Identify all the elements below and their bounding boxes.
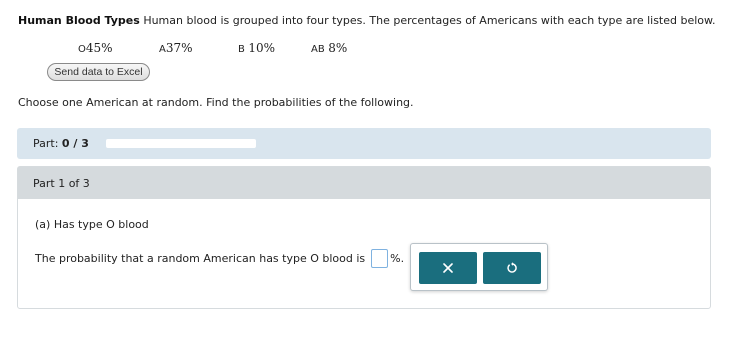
progress-track: [106, 139, 256, 148]
instructions: Choose one American at random. Find the …: [18, 96, 414, 109]
problem-statement: Human Blood Types Human blood is grouped…: [18, 14, 716, 27]
blood-type-data: O45% A37% B 10% AB 8%: [0, 41, 739, 57]
part-panel: Part 1 of 3 (a) Has type O blood The pro…: [17, 166, 711, 309]
part-header: Part 1 of 3: [18, 167, 710, 199]
blood-type-b: B 10%: [238, 41, 276, 55]
undo-icon: [506, 262, 518, 274]
blood-type-o: O45%: [78, 41, 113, 55]
progress-bar: Part: 0 / 3: [17, 128, 711, 159]
blood-type-ab: AB 8%: [311, 41, 348, 55]
question-text: (a) Has type O blood: [35, 218, 149, 231]
answer-toolbox: [410, 243, 548, 291]
answer-prefix: The probability that a random American h…: [35, 252, 366, 265]
undo-button[interactable]: [483, 252, 541, 284]
answer-suffix: %.: [390, 252, 405, 265]
problem-title: Human Blood Types: [18, 14, 140, 27]
clear-button[interactable]: [419, 252, 477, 284]
progress-value: 0 / 3: [61, 137, 89, 150]
answer-row: The probability that a random American h…: [35, 249, 404, 268]
x-icon: [443, 263, 453, 273]
problem-text: Human blood is grouped into four types. …: [143, 14, 716, 27]
progress-label: Part: 0 / 3: [33, 137, 89, 150]
send-data-to-excel-button[interactable]: Send data to Excel: [47, 63, 150, 81]
answer-input[interactable]: [371, 249, 389, 268]
blood-type-a: A37%: [159, 41, 193, 55]
